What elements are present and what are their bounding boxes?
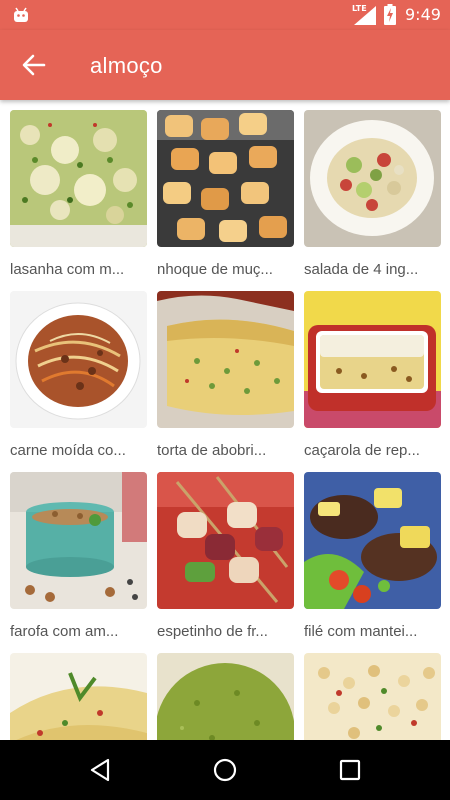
recipe-card-4[interactable]: carne moída co...: [10, 291, 147, 472]
recipe-title: espetinho de fr...: [157, 623, 268, 640]
home-circle-icon[interactable]: [212, 757, 238, 783]
recipe-image-gnocchi: [157, 110, 294, 247]
recipe-title: carne moída co...: [10, 442, 126, 459]
android-icon: [14, 7, 28, 22]
recipe-title: caçarola de rep...: [304, 442, 420, 459]
recipe-title: torta de abobri...: [157, 442, 267, 459]
recipe-image-ground-beef: [10, 291, 147, 428]
recipe-card-10[interactable]: [10, 653, 147, 740]
recipe-card-5[interactable]: torta de abobri...: [157, 291, 294, 472]
recipe-image-farofa: [10, 472, 147, 609]
recipe-card-9[interactable]: filé com mantei...: [304, 472, 441, 653]
page-title: almoço: [90, 53, 163, 78]
status-bar: LTE 9:49: [0, 0, 450, 30]
battery-charging-icon: [384, 4, 396, 25]
recipe-title: lasanha com m...: [10, 261, 125, 278]
recipe-card-3[interactable]: salada de 4 ing...: [304, 110, 441, 291]
recipe-card-6[interactable]: caçarola de rep...: [304, 291, 441, 472]
signal-icon: [354, 6, 376, 25]
recipe-image-zucchini-pie: [157, 291, 294, 428]
recipe-title: filé com mantei...: [304, 623, 418, 640]
recipe-image-stuffed-zucchini: [10, 653, 147, 740]
recipe-title: salada de 4 ing...: [304, 261, 419, 278]
recipe-image-pasta-salad: [304, 653, 441, 740]
arrow-back-icon[interactable]: [20, 51, 48, 79]
recipe-card-11[interactable]: [157, 653, 294, 740]
recipe-title: farofa com am...: [10, 623, 119, 640]
recents-square-icon[interactable]: [337, 757, 363, 783]
recipe-card-1[interactable]: lasanha com m...: [10, 110, 147, 291]
recipe-card-7[interactable]: farofa com am...: [10, 472, 147, 653]
recipe-image-steak: [304, 472, 441, 609]
app-bar: almoço: [0, 30, 450, 100]
recipe-image-casserole: [304, 291, 441, 428]
recipe-image-salad: [304, 110, 441, 247]
back-triangle-icon[interactable]: [88, 757, 114, 783]
recipe-card-12[interactable]: [304, 653, 441, 740]
recipe-card-8[interactable]: espetinho de fr...: [157, 472, 294, 653]
clock: 9:49: [405, 5, 441, 24]
recipe-image-skewer: [157, 472, 294, 609]
recipe-grid: lasanha com m... nhoque de muç... salada…: [0, 100, 450, 740]
recipe-card-2[interactable]: nhoque de muç...: [157, 110, 294, 291]
system-nav-bar: [0, 740, 450, 800]
recipe-image-lasagna: [10, 110, 147, 247]
recipe-image-green-puree: [157, 653, 294, 740]
recipe-title: nhoque de muç...: [157, 261, 273, 278]
